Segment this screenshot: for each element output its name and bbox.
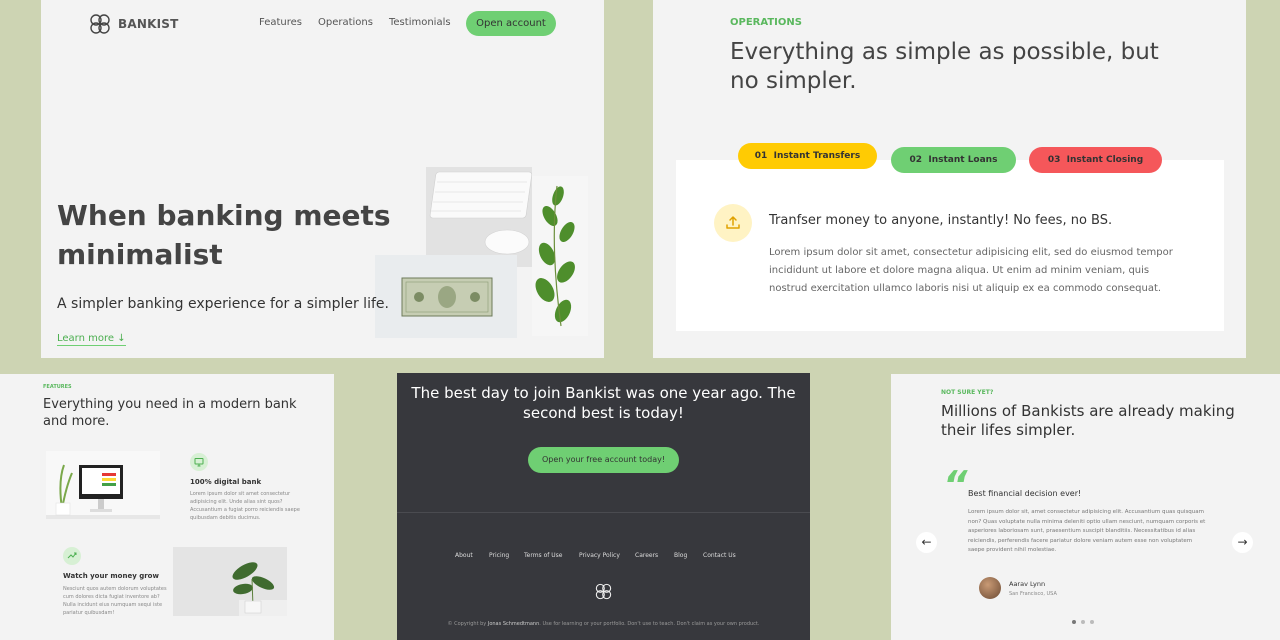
testimonial-location: San Francisco, USA: [1009, 591, 1057, 597]
tab-number: 01: [754, 151, 768, 161]
footer-link-careers[interactable]: Careers: [635, 552, 658, 559]
copyright-author[interactable]: Jonas Schmedtmann: [488, 621, 539, 627]
feature-text: Lorem ipsum dolor sit amet consectetur a…: [190, 491, 300, 521]
operation-heading: Tranfser money to anyone, instantly! No …: [769, 213, 1113, 228]
footer-link-contact[interactable]: Contact Us: [703, 552, 736, 559]
slider-dot[interactable]: [1090, 620, 1094, 624]
learn-more-link[interactable]: Learn more ↓: [57, 333, 126, 346]
hero-headline-line2: minimalist: [57, 238, 223, 271]
digital-bank-image: [46, 451, 160, 519]
slider-dot[interactable]: [1072, 620, 1076, 624]
signup-footer-section: The best day to join Bankist was one yea…: [397, 373, 810, 640]
avatar: [979, 577, 1001, 599]
nav-link-features[interactable]: Features: [259, 17, 302, 28]
section-label: OPERATIONS: [730, 17, 802, 28]
section-title: Millions of Bankists are already making …: [941, 402, 1235, 439]
plant-image: [173, 547, 287, 616]
divider: [397, 512, 810, 513]
upload-icon: [714, 204, 752, 242]
testimonial-author: Aarav Lynn: [1009, 580, 1046, 588]
footer-link-terms[interactable]: Terms of Use: [524, 552, 562, 559]
footer-link-about[interactable]: About: [455, 552, 473, 559]
hero-illustration: [375, 167, 588, 338]
hero-headline-line1: When banking meets: [57, 199, 391, 232]
testimonial-heading: Best financial decision ever!: [968, 489, 1082, 498]
testimonials-section: NOT SURE YET? Millions of Bankists are a…: [891, 374, 1280, 640]
tab-instant-loans[interactable]: 02 Instant Loans: [891, 147, 1016, 173]
tab-number: 03: [1047, 155, 1061, 165]
footer-link-privacy[interactable]: Privacy Policy: [579, 552, 620, 559]
tab-label: Instant Transfers: [773, 151, 861, 161]
operation-description: Lorem ipsum dolor sit amet, consectetur …: [769, 247, 1173, 294]
copyright-suffix: . Use for learning or your portfolio. Do…: [539, 621, 760, 627]
copyright-text: © Copyright by Jonas Schmedtmann. Use fo…: [397, 621, 810, 627]
testimonial-text: Lorem ipsum dolor sit, amet consectetur …: [968, 509, 1206, 553]
open-free-account-button[interactable]: Open your free account today!: [528, 447, 679, 473]
section-title: Everything as simple as possible, but no…: [730, 39, 1159, 94]
brand-name: BANKIST: [118, 17, 179, 31]
open-account-button[interactable]: Open account: [466, 11, 556, 36]
tab-label: Instant Closing: [1066, 155, 1144, 165]
tab-instant-closing[interactable]: 03 Instant Closing: [1029, 147, 1162, 173]
copyright-prefix: © Copyright by: [447, 621, 487, 627]
features-section: FEATURES Everything you need in a modern…: [0, 374, 334, 640]
feature-title: Watch your money grow: [63, 572, 159, 580]
logo[interactable]: BANKIST: [88, 12, 178, 36]
tab-number: 02: [909, 155, 923, 165]
section-title: Everything you need in a modern bank and…: [43, 397, 297, 429]
bankist-logo-icon: [90, 14, 110, 34]
footer-link-pricing[interactable]: Pricing: [489, 552, 509, 559]
signup-title: The best day to join Bankist was one yea…: [411, 384, 796, 422]
headline-highlight: minimalist: [57, 238, 223, 271]
feature-title: 100% digital bank: [190, 478, 262, 486]
operations-section: OPERATIONS Everything as simple as possi…: [653, 0, 1246, 358]
footer-link-blog[interactable]: Blog: [674, 552, 687, 559]
slider-prev-button[interactable]: ←: [916, 532, 937, 553]
bankist-logo-icon: [595, 583, 612, 600]
headline-highlight: banking: [156, 199, 284, 232]
trending-up-icon: [63, 547, 81, 565]
quote-icon: “: [943, 463, 968, 507]
section-label: NOT SURE YET?: [941, 389, 994, 396]
feature-text: Nesciunt quos autem dolorum voluptates c…: [63, 586, 167, 616]
slider-dots: [1072, 620, 1094, 624]
hero-subtitle: A simpler banking experience for a simpl…: [57, 296, 389, 312]
nav-link-testimonials[interactable]: Testimonials: [389, 17, 451, 28]
section-label: FEATURES: [43, 384, 72, 390]
tab-label: Instant Loans: [928, 155, 998, 165]
nav-link-operations[interactable]: Operations: [318, 17, 373, 28]
headline-word: When: [57, 199, 147, 232]
tab-instant-transfers[interactable]: 01 Instant Transfers: [738, 143, 877, 169]
monitor-icon: [190, 453, 208, 471]
hero-section: BANKIST Features Operations Testimonials…: [41, 0, 604, 358]
slider-next-button[interactable]: →: [1232, 532, 1253, 553]
slider-dot[interactable]: [1081, 620, 1085, 624]
